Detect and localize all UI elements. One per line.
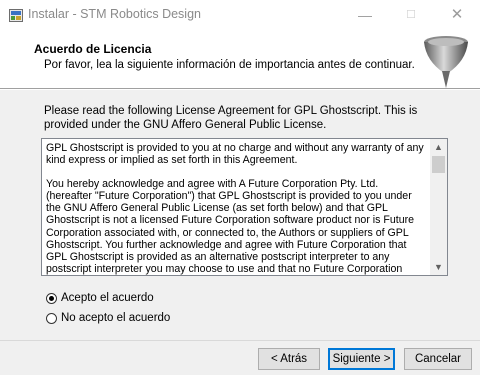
minimize-button[interactable]: — [342,0,388,31]
wizard-body: Please read the following License Agreem… [0,90,480,340]
accept-radio[interactable] [46,292,57,304]
wizard-header: Acuerdo de Licencia Por favor, lea la si… [0,31,480,89]
back-button[interactable]: < Atrás [258,348,320,370]
scroll-up-icon[interactable]: ▲ [430,139,447,155]
installer-icon [9,9,23,22]
page-subtitle: Por favor, lea la siguiente información … [44,59,415,71]
accept-radio-option[interactable]: Acepto el acuerdo [46,292,154,304]
next-button[interactable]: Siguiente > [328,348,395,370]
scrollbar-thumb[interactable] [432,156,445,173]
license-intro-text: Please read the following License Agreem… [44,105,418,131]
scroll-down-icon[interactable]: ▼ [430,259,447,275]
decline-radio-option[interactable]: No acepto el acuerdo [46,312,170,324]
maximize-button[interactable]: ☐ [388,0,434,31]
page-title: Acuerdo de Licencia [34,42,152,56]
decline-radio[interactable] [46,312,57,324]
wizard-footer: < Atrás Siguiente > Cancelar [0,341,480,375]
license-paragraph: GPL Ghostscript is provided to you at no… [46,142,424,167]
cancel-button[interactable]: Cancelar [404,348,472,370]
title-bar: Instalar - STM Robotics Design — ☐ ✕ [0,0,480,31]
license-text: GPL Ghostscript is provided to you at no… [46,142,426,275]
license-textbox[interactable]: GPL Ghostscript is provided to you at no… [41,138,448,276]
decline-radio-label[interactable]: No acepto el acuerdo [61,312,170,324]
window-title: Instalar - STM Robotics Design [28,7,201,21]
license-paragraph: You hereby acknowledge and agree with A … [46,178,415,275]
accept-radio-label[interactable]: Acepto el acuerdo [61,292,154,304]
close-button[interactable]: ✕ [434,0,480,31]
robot-tool-logo [424,36,468,88]
license-scrollbar[interactable]: ▲ ▼ [430,139,447,275]
